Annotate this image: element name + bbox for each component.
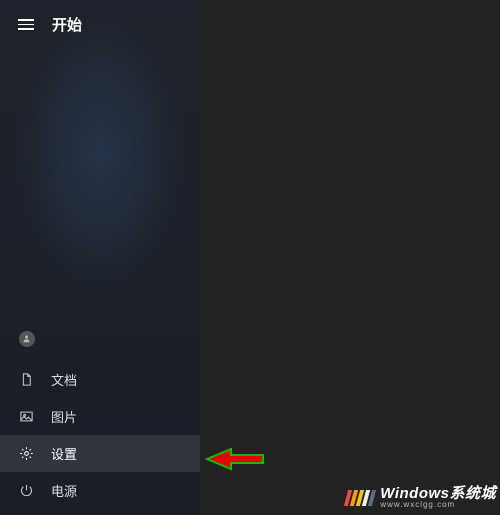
start-header: 开始	[0, 0, 200, 49]
sidebar-item-label: 电源	[51, 481, 77, 500]
start-menu-panel: 开始 文档 图片 设置	[0, 0, 200, 515]
watermark: Windows系统城 www.wxclgg.com	[346, 486, 496, 509]
sidebar-item-settings[interactable]: 设置	[0, 435, 200, 472]
sidebar-item-label: 图片	[51, 407, 77, 426]
hamburger-icon[interactable]	[18, 19, 34, 30]
watermark-brand: Windows系统城	[380, 486, 496, 501]
sidebar-item-label: 文档	[51, 370, 77, 389]
watermark-stripes-icon	[346, 490, 374, 506]
watermark-url: www.wxclgg.com	[380, 501, 496, 509]
sidebar-list: 文档 图片 设置 电源	[0, 320, 200, 515]
sidebar-item-profile[interactable]	[0, 320, 200, 361]
document-icon	[18, 371, 35, 388]
sidebar-item-power[interactable]: 电源	[0, 472, 200, 509]
power-icon	[18, 482, 35, 499]
sidebar-item-documents[interactable]: 文档	[0, 361, 200, 398]
start-menu-body	[0, 49, 200, 320]
sidebar-item-label: 设置	[51, 444, 77, 463]
sidebar-item-pictures[interactable]: 图片	[0, 398, 200, 435]
start-title: 开始	[52, 14, 82, 35]
gear-icon	[18, 445, 35, 462]
picture-icon	[18, 408, 35, 425]
user-avatar-icon	[18, 330, 35, 347]
content-area	[200, 0, 500, 515]
